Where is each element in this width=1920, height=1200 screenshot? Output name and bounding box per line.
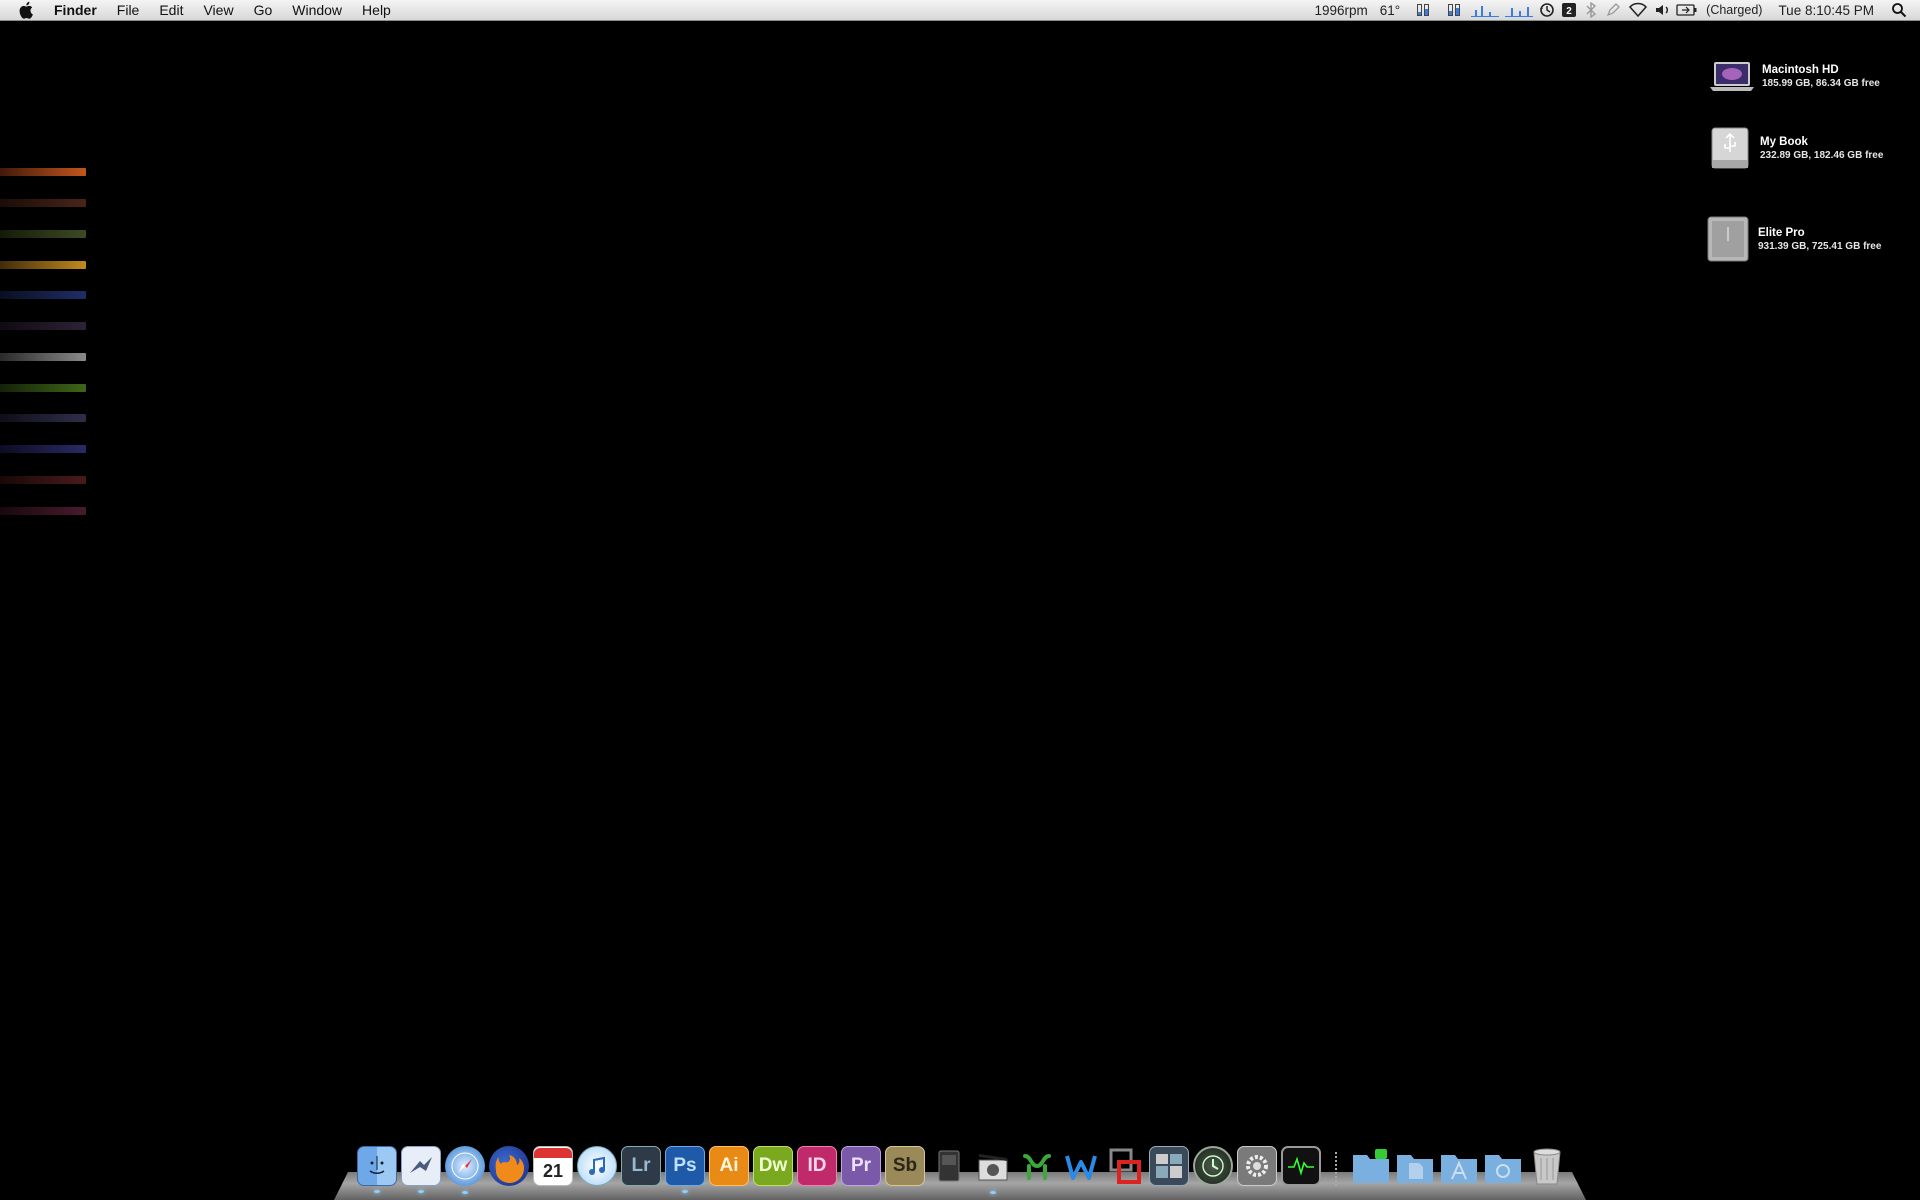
menu-finder[interactable]: Finder xyxy=(50,0,107,21)
cpu-meter-icon[interactable] xyxy=(1406,0,1440,21)
activity-monitor-icon[interactable] xyxy=(1281,1146,1321,1186)
spotlight-search-icon[interactable] xyxy=(1888,0,1910,21)
indesign-label: ID xyxy=(807,1155,827,1176)
blue-w-app-icon[interactable] xyxy=(1061,1146,1101,1186)
drive-name: Elite Pro xyxy=(1758,226,1805,239)
menu-bar: Finder File Edit View Go Window Help 199… xyxy=(0,0,1920,21)
drive-name: Macintosh HD xyxy=(1762,63,1839,76)
premiere-label: Pr xyxy=(850,1155,872,1176)
spaces-icon[interactable]: 2 xyxy=(1558,0,1580,21)
temperature-readout[interactable]: 61° xyxy=(1374,3,1406,18)
drive-name: My Book xyxy=(1760,135,1808,148)
menu-file[interactable]: File xyxy=(107,0,150,21)
network-graph-icon[interactable] xyxy=(1468,0,1502,21)
dashboard-icon[interactable] xyxy=(1149,1146,1189,1186)
mail-icon[interactable] xyxy=(401,1146,441,1193)
dock-separator xyxy=(1331,1146,1341,1186)
fan-speed-readout[interactable]: 1996rpm xyxy=(1308,3,1373,18)
glow-bar xyxy=(0,414,86,422)
documents-folder-icon[interactable] xyxy=(1395,1146,1435,1186)
safari-icon[interactable] xyxy=(445,1146,485,1194)
photoshop-label: Ps xyxy=(673,1155,697,1176)
photoshop-icon[interactable]: Ps xyxy=(665,1146,705,1193)
downloads-folder-icon[interactable] xyxy=(1483,1146,1523,1186)
drive-my-book[interactable]: My Book 232.89 GB, 182.46 GB free xyxy=(1706,124,1883,172)
menu-view[interactable]: View xyxy=(193,0,243,21)
soundbooth-label: Sb xyxy=(892,1155,918,1176)
glow-bar xyxy=(0,353,86,361)
menu-go[interactable]: Go xyxy=(244,0,283,21)
glow-bar xyxy=(0,261,86,269)
menu-edit[interactable]: Edit xyxy=(149,0,193,21)
soundbooth-icon[interactable]: Sb xyxy=(885,1146,925,1186)
final-cut-icon[interactable] xyxy=(973,1146,1013,1194)
glow-bar xyxy=(0,291,86,299)
glow-bar xyxy=(0,230,86,238)
apple-menu-icon[interactable] xyxy=(18,1,36,19)
ical-date: 21 xyxy=(542,1161,564,1181)
green-app-icon[interactable] xyxy=(1017,1146,1057,1186)
glow-bar xyxy=(0,168,86,176)
illustrator-label: Ai xyxy=(719,1155,739,1176)
indesign-icon[interactable]: ID xyxy=(797,1146,837,1186)
glow-bar xyxy=(0,476,86,484)
lightroom-icon[interactable]: Lr xyxy=(621,1146,661,1186)
glow-bar xyxy=(0,445,86,453)
dreamweaver-icon[interactable]: Dw xyxy=(753,1146,793,1186)
disk-graph-icon[interactable] xyxy=(1502,0,1536,21)
itunes-icon[interactable] xyxy=(577,1146,617,1186)
menu-clock[interactable]: Tue 8:10:45 PM xyxy=(1768,3,1888,18)
battery-status-text[interactable]: (Charged) xyxy=(1700,3,1768,17)
lightroom-label: Lr xyxy=(631,1155,651,1176)
battery-icon[interactable] xyxy=(1674,0,1700,21)
trash-icon[interactable] xyxy=(1527,1146,1567,1186)
drive-info: 185.99 GB, 86.34 GB free xyxy=(1762,77,1880,89)
drive-elite-pro[interactable]: Elite Pro 931.39 GB, 725.41 GB free xyxy=(1704,215,1881,263)
premiere-icon[interactable]: Pr xyxy=(841,1146,881,1186)
laptop-drive-icon xyxy=(1708,52,1756,100)
applications-folder-icon[interactable] xyxy=(1351,1146,1391,1186)
glow-bar xyxy=(0,384,86,392)
glow-bar xyxy=(0,322,86,330)
volume-icon[interactable] xyxy=(1652,0,1674,21)
glow-bar xyxy=(0,199,86,207)
dock: 21 Lr Ps Ai Dw ID Pr Sb xyxy=(355,1140,1569,1194)
parallels-icon[interactable] xyxy=(1105,1146,1145,1186)
system-preferences-icon[interactable] xyxy=(1237,1146,1277,1186)
external-drive-icon xyxy=(1704,215,1752,263)
pen-icon[interactable] xyxy=(1602,0,1624,21)
finder-icon[interactable] xyxy=(357,1146,397,1193)
memory-meter-icon[interactable] xyxy=(1440,0,1468,21)
drive-info: 232.89 GB, 182.46 GB free xyxy=(1760,149,1884,161)
drive-macintosh-hd[interactable]: Macintosh HD 185.99 GB, 86.34 GB free xyxy=(1708,52,1880,100)
usb-drive-icon xyxy=(1706,124,1754,172)
apps-stack-folder-icon[interactable] xyxy=(1439,1146,1479,1186)
bluetooth-icon[interactable] xyxy=(1580,0,1602,21)
glow-bar xyxy=(0,507,86,515)
menu-help[interactable]: Help xyxy=(352,0,401,21)
ical-icon[interactable]: 21 xyxy=(533,1146,573,1186)
svg-text:2: 2 xyxy=(1566,6,1572,17)
time-machine-icon[interactable] xyxy=(1536,0,1558,21)
dreamweaver-label: Dw xyxy=(758,1155,788,1176)
drive-info: 931.39 GB, 725.41 GB free xyxy=(1758,240,1882,252)
menu-window[interactable]: Window xyxy=(282,0,352,21)
illustrator-icon[interactable]: Ai xyxy=(709,1146,749,1186)
firefox-icon[interactable] xyxy=(489,1146,529,1186)
time-machine-dock-icon[interactable] xyxy=(1193,1146,1233,1186)
dvd-player-icon[interactable] xyxy=(929,1146,969,1186)
wifi-icon[interactable] xyxy=(1624,0,1652,21)
